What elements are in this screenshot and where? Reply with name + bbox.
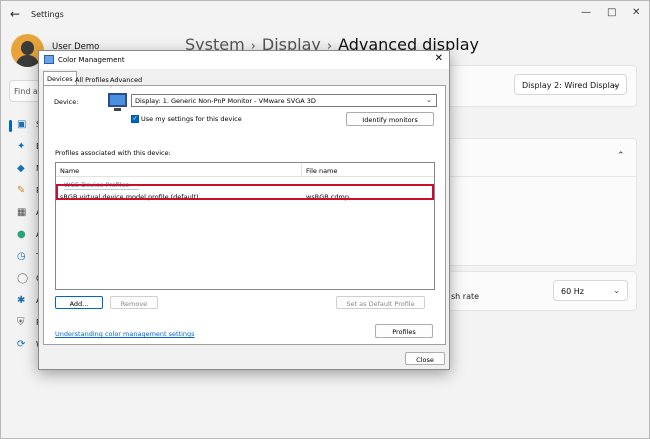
title-bar: ← Settings — □ ✕ xyxy=(1,1,649,29)
refresh-rate-select[interactable]: 60 Hz ⌄ xyxy=(553,280,628,301)
remove-button[interactable]: Remove xyxy=(110,296,158,309)
set-default-profile-button[interactable]: Set as Default Profile xyxy=(336,296,425,309)
monitor-icon: ▣ xyxy=(17,119,27,130)
close-button[interactable]: Close xyxy=(405,352,445,365)
profiles-list[interactable]: Name File name WCS Device Profiles sRGB … xyxy=(55,162,435,290)
back-arrow-icon[interactable]: ← xyxy=(10,7,20,21)
gaming-icon: ◯ xyxy=(17,273,29,284)
chevron-down-icon: ⌄ xyxy=(612,80,619,89)
highlight-box xyxy=(56,184,434,200)
refresh-rate-label: sh rate xyxy=(451,292,480,301)
understanding-color-management-link[interactable]: Understanding color management settings xyxy=(55,330,195,338)
device-label: Device: xyxy=(54,98,79,106)
brush-icon: ✎ xyxy=(17,185,26,196)
time-language-icon: ◷ xyxy=(17,251,26,262)
chevron-down-icon: ⌄ xyxy=(426,96,432,104)
network-icon: ◆ xyxy=(17,163,25,174)
add-button[interactable]: Add... xyxy=(55,296,103,309)
close-icon[interactable]: ✕ xyxy=(632,7,640,18)
display-select[interactable]: Display 2: Wired Display ⌄ xyxy=(514,74,627,95)
monitor-icon xyxy=(108,93,127,107)
chevron-up-icon[interactable]: ⌃ xyxy=(617,151,625,161)
privacy-shield-icon: ⛨ xyxy=(17,317,25,328)
dialog-title: Color Management xyxy=(58,56,125,64)
use-settings-checkbox[interactable]: ✓ xyxy=(131,115,139,123)
column-name[interactable]: Name xyxy=(60,167,79,175)
color-management-dialog: Color Management ✕ Devices All Profiles … xyxy=(38,50,450,370)
chevron-down-icon: ⌄ xyxy=(613,286,620,295)
close-icon[interactable]: ✕ xyxy=(435,53,443,64)
use-settings-label[interactable]: Use my settings for this device xyxy=(141,115,242,123)
minimize-icon[interactable]: — xyxy=(581,7,591,18)
column-file-name[interactable]: File name xyxy=(306,167,337,175)
accessibility-icon: ✱ xyxy=(17,295,26,306)
accounts-icon: ● xyxy=(17,229,26,240)
list-header: Name File name xyxy=(56,163,434,177)
maximize-icon[interactable]: □ xyxy=(607,7,616,18)
apps-icon: ▦ xyxy=(17,207,27,218)
settings-window: ← Settings — □ ✕ User Demo Find a ▣S ✦B … xyxy=(0,0,650,439)
dialog-title-bar: Color Management ✕ xyxy=(39,51,449,69)
profiles-button[interactable]: Profiles xyxy=(375,324,433,338)
identify-monitors-button[interactable]: Identify monitors xyxy=(346,112,434,126)
device-select[interactable]: Display: 1. Generic Non-PnP Monitor - VM… xyxy=(131,94,437,107)
app-title: Settings xyxy=(31,10,64,19)
bluetooth-icon: ✦ xyxy=(17,141,26,152)
color-management-icon xyxy=(44,55,54,64)
windows-update-icon: ⟳ xyxy=(17,339,26,350)
profiles-label: Profiles associated with this device: xyxy=(55,149,171,157)
